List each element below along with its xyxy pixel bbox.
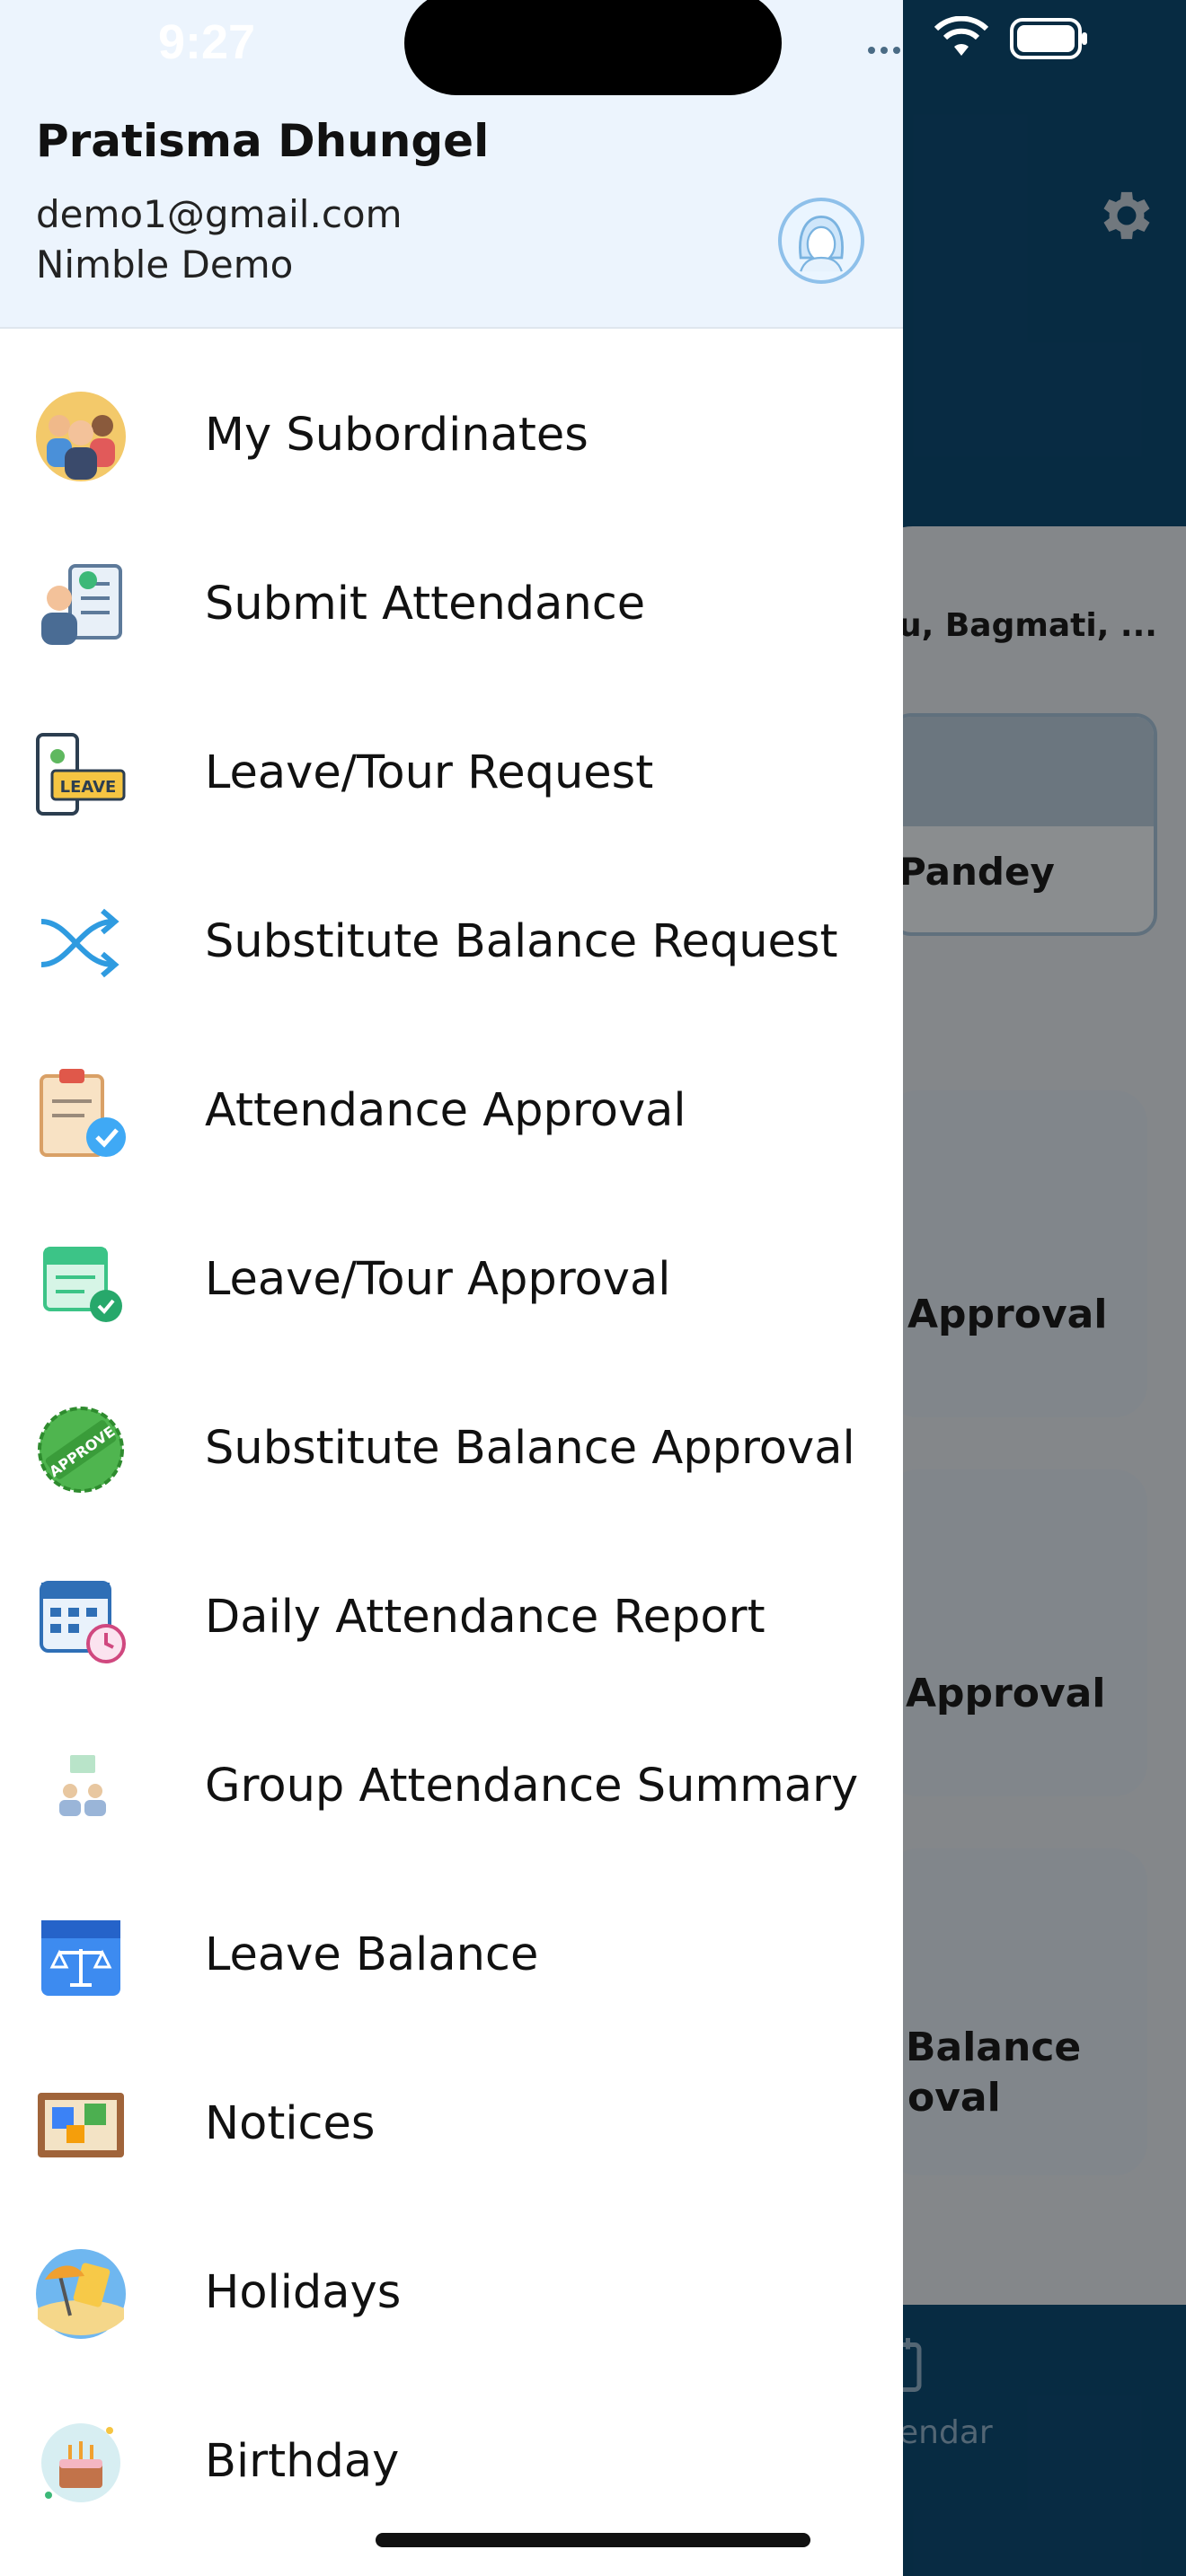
user-name: Pratisma Dhungel [36, 115, 490, 167]
menu-item-label: My Subordinates [205, 408, 589, 462]
menu-item-label: Group Attendance Summary [205, 1759, 859, 1813]
home-indicator[interactable] [376, 2533, 810, 2547]
user-email: demo1@gmail.com [36, 192, 403, 236]
shuffle-icon [40, 908, 119, 978]
menu-item-label: Leave/Tour Approval [205, 1252, 671, 1306]
submit-attendance-icon [41, 564, 122, 645]
navigation-drawer: Pratisma Dhungel demo1@gmail.com Nimble … [0, 0, 903, 2576]
beach-icon [36, 2249, 126, 2339]
avatar[interactable] [778, 198, 864, 284]
menu-item-leave-tour-request[interactable]: LEAVE Leave/Tour Request [0, 688, 903, 857]
menu-item-label: Holidays [205, 2265, 402, 2319]
group-summary-icon [59, 1755, 106, 1816]
menu-item-label: Leave/Tour Request [205, 745, 654, 799]
leave-request-icon: LEAVE [36, 733, 126, 816]
menu-item-label: Notices [205, 2096, 376, 2150]
clipboard-check-icon [40, 1069, 126, 1157]
menu-item-label: Substitute Balance Approval [205, 1421, 855, 1475]
approve-badge-icon: APPROVE [38, 1407, 124, 1493]
menu-item-substitute-balance-request[interactable]: Substitute Balance Request [0, 857, 903, 1026]
balance-calendar-icon [41, 1920, 120, 1996]
birthday-cake-icon [41, 2423, 120, 2502]
menu-item-notices[interactable]: Notices [0, 2039, 903, 2208]
user-organization: Nimble Demo [36, 243, 294, 287]
menu-item-submit-attendance[interactable]: Submit Attendance [0, 519, 903, 688]
calendar-check-icon [43, 1247, 122, 1322]
status-bar-time: 9:27 [158, 15, 256, 69]
menu-item-label: Daily Attendance Report [205, 1590, 766, 1644]
menu-item-holidays[interactable]: Holidays [0, 2208, 903, 2377]
menu-item-label: Birthday [205, 2434, 400, 2488]
drawer-menu: My Subordinates Submit Attendance LEAVE [0, 350, 903, 2545]
menu-item-group-attendance-summary[interactable]: Group Attendance Summary [0, 1701, 903, 1870]
menu-item-label: Submit Attendance [205, 577, 646, 631]
notice-board-icon [38, 2093, 124, 2157]
menu-item-substitute-balance-approval[interactable]: APPROVE Substitute Balance Approval [0, 1363, 903, 1532]
dynamic-island [404, 0, 782, 95]
subordinates-icon [36, 392, 126, 481]
svg-text:LEAVE: LEAVE [60, 778, 117, 797]
menu-item-label: Substitute Balance Request [205, 914, 838, 968]
battery-icon [1010, 18, 1087, 59]
calendar-clock-icon [40, 1581, 126, 1663]
wifi-icon [934, 16, 988, 56]
menu-item-my-subordinates[interactable]: My Subordinates [0, 350, 903, 519]
user-avatar-icon [799, 215, 844, 272]
menu-item-label: Leave Balance [205, 1928, 539, 1981]
menu-item-attendance-approval[interactable]: Attendance Approval [0, 1026, 903, 1195]
menu-item-birthday[interactable]: Birthday [0, 2377, 903, 2545]
menu-item-daily-attendance-report[interactable]: Daily Attendance Report [0, 1532, 903, 1701]
menu-item-label: Attendance Approval [205, 1083, 686, 1137]
menu-item-leave-tour-approval[interactable]: Leave/Tour Approval [0, 1195, 903, 1363]
menu-item-leave-balance[interactable]: Leave Balance [0, 1870, 903, 2039]
